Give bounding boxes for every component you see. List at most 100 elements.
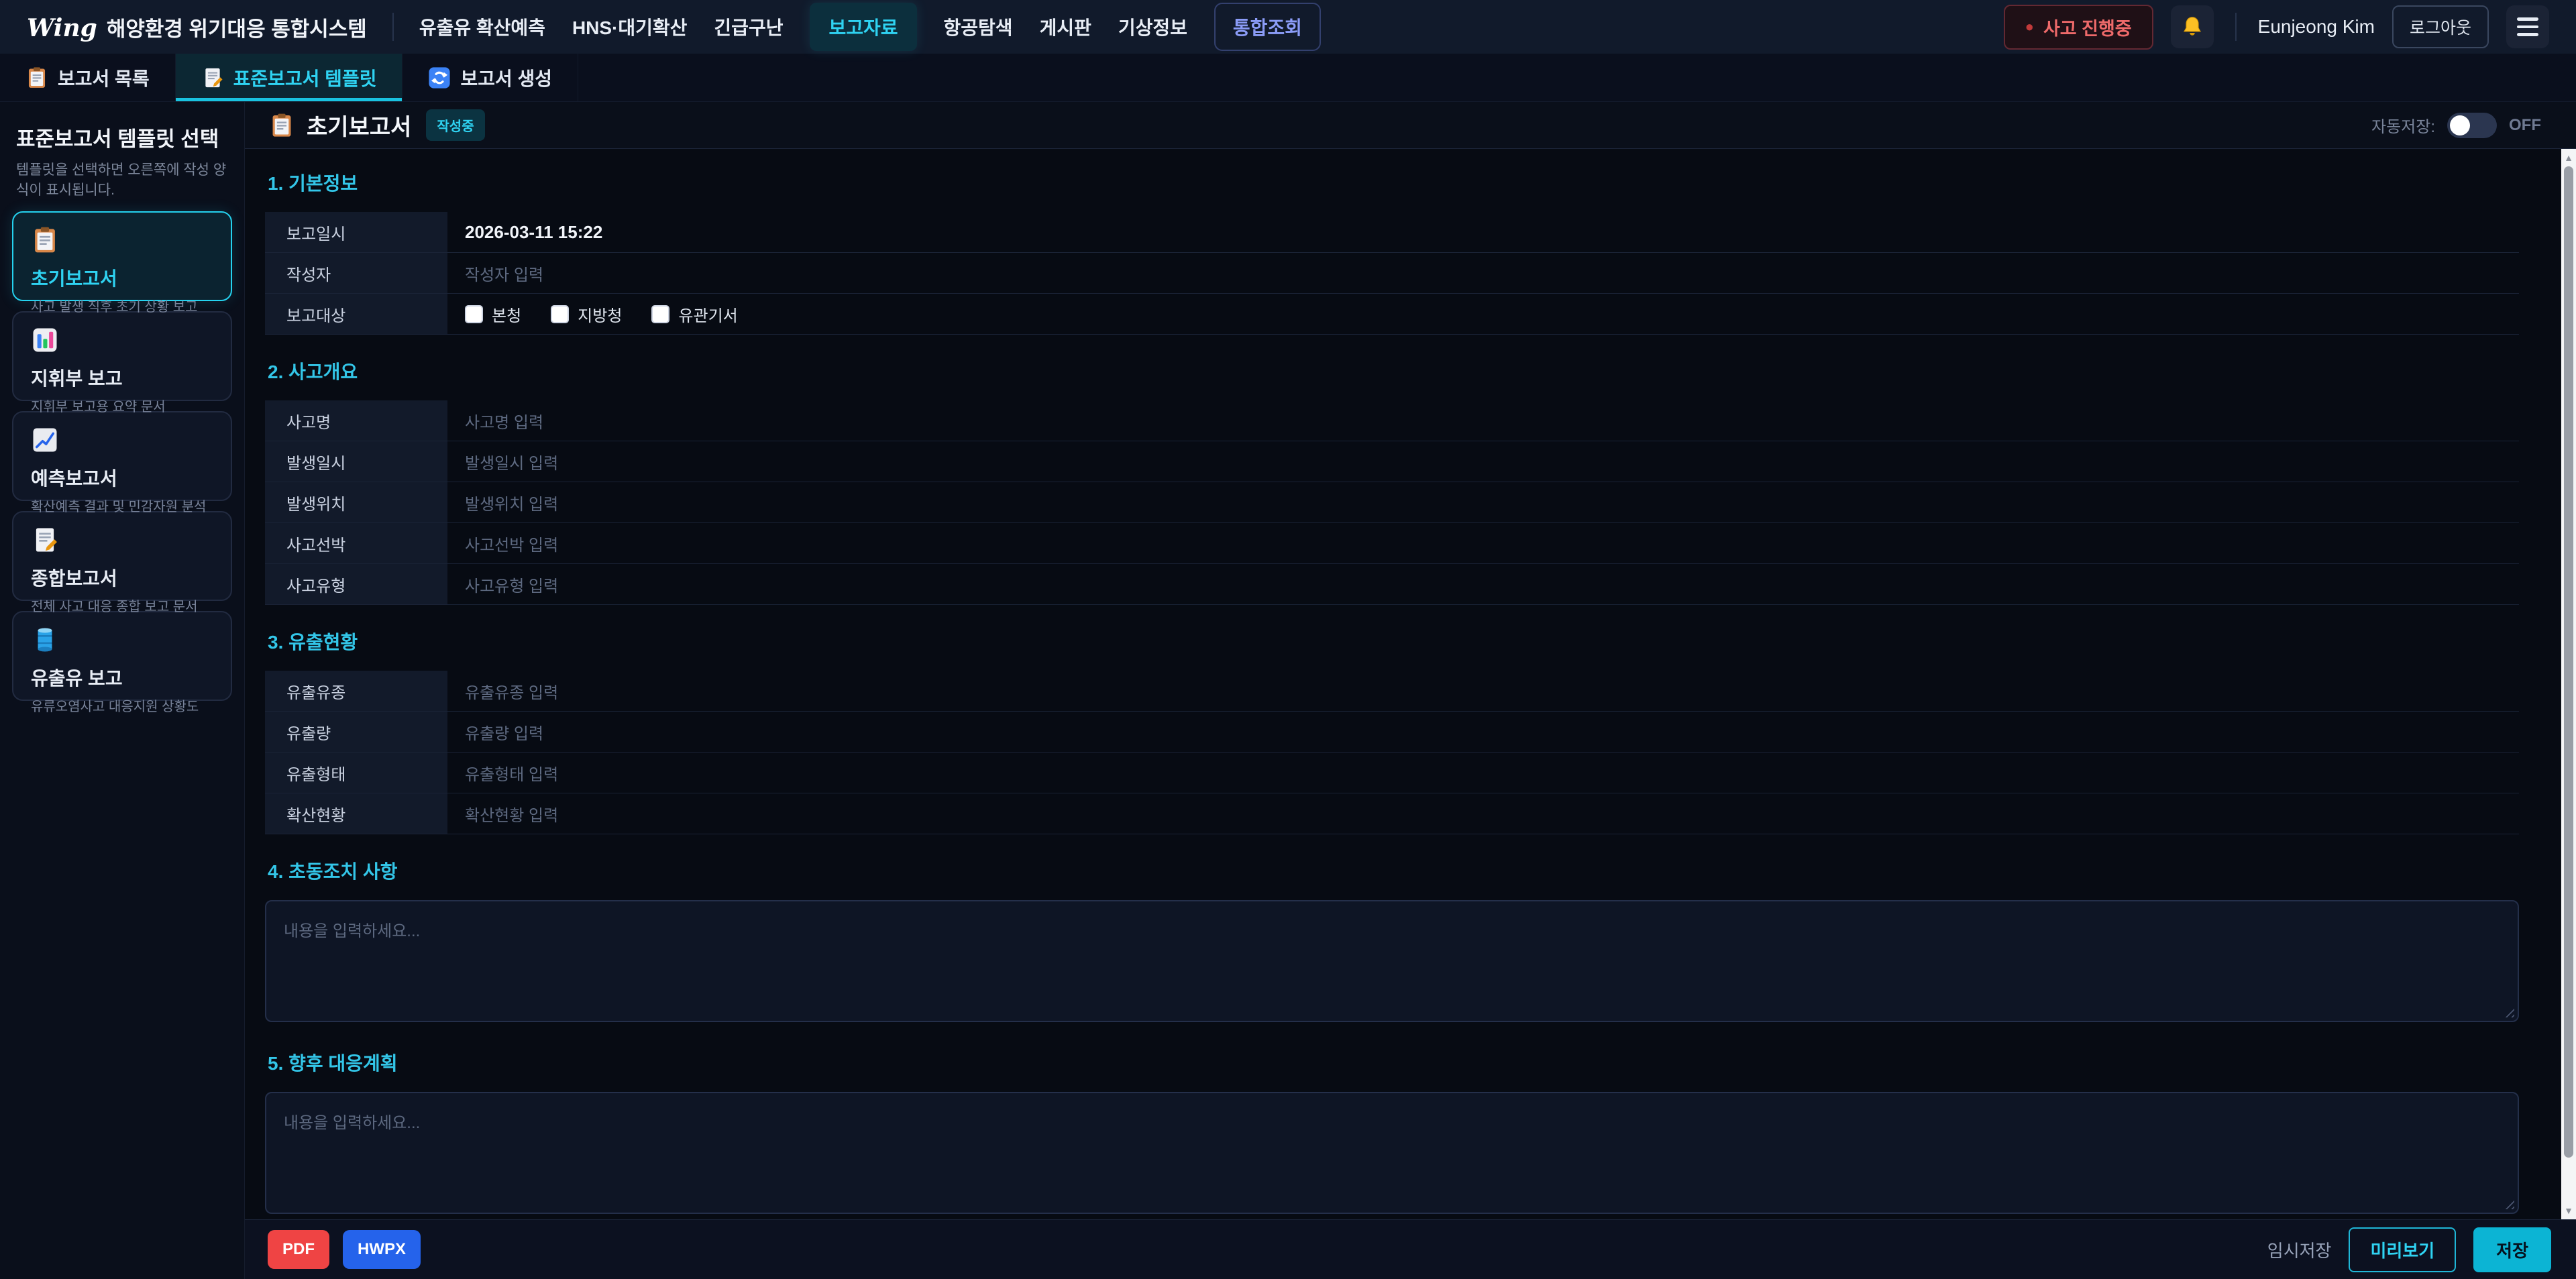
nav-item-emergency-rescue[interactable]: 긴급구난: [714, 13, 783, 40]
field-label: 보고대상: [265, 294, 447, 334]
nav-item-hns-air-diffusion[interactable]: HNS·대기확산: [572, 13, 687, 40]
refresh-icon: [428, 66, 451, 89]
template-desc: 사고 발생 직후 초기 상황 보고: [31, 296, 213, 315]
incident-vessel-field[interactable]: 사고선박 입력: [447, 523, 2519, 563]
top-navbar: Wing 해양환경 위기대응 통합시스템 유출유 확산예측 HNS·대기확산 긴…: [0, 0, 2576, 54]
report-footer: PDF HWPX 임시저장 미리보기 저장: [245, 1219, 2576, 1279]
report-datetime-field[interactable]: 2026-03-11 15:22: [447, 212, 2519, 252]
scroll-thumb[interactable]: [2564, 166, 2573, 1158]
scroll-down-arrow[interactable]: ▼: [2561, 1202, 2576, 1219]
initial-response-textarea[interactable]: [265, 900, 2519, 1022]
field-label: 작성자: [265, 253, 447, 293]
report-header: 초기보고서 작성중 자동저장: OFF: [245, 102, 2576, 149]
tab-standard-report-template[interactable]: 표준보고서 템플릿: [176, 54, 403, 101]
template-card-comprehensive-report[interactable]: 종합보고서 전체 사고 대응 종합 보고 문서: [12, 511, 232, 601]
incident-type-field[interactable]: 사고유형 입력: [447, 564, 2519, 604]
tab-report-list[interactable]: 보고서 목록: [0, 54, 176, 101]
save-button[interactable]: 저장: [2473, 1227, 2551, 1272]
checkbox-regional-office[interactable]: 지방청: [551, 302, 622, 326]
clipboard-icon: [25, 66, 48, 89]
export-hwpx-button[interactable]: HWPX: [343, 1230, 421, 1269]
table-row: 발생위치 발생위치 입력: [265, 482, 2519, 523]
autosave-state: OFF: [2509, 116, 2541, 135]
clipboard-icon: [269, 113, 294, 138]
template-card-oil-spill-report[interactable]: 유출유 보고 유류오염사고 대응지원 상황도: [12, 611, 232, 701]
clipboard-icon: [31, 226, 59, 254]
vertical-scrollbar[interactable]: ▲ ▼: [2561, 149, 2576, 1219]
field-label: 사고명: [265, 400, 447, 441]
field-label: 사고선박: [265, 523, 447, 563]
future-plan-textarea[interactable]: [265, 1092, 2519, 1214]
notification-button[interactable]: [2171, 5, 2214, 48]
oil-drum-icon: [31, 626, 59, 654]
spill-form-field[interactable]: 유출형태 입력: [447, 753, 2519, 793]
report-editor-panel: 초기보고서 작성중 자동저장: OFF 1. 기본정보 보고일시 2026-03…: [245, 102, 2576, 1279]
scroll-up-arrow[interactable]: ▲: [2561, 149, 2576, 166]
occurrence-location-field[interactable]: 발생위치 입력: [447, 482, 2519, 522]
section-heading-incident-overview: 2. 사고개요: [268, 357, 2519, 384]
table-row: 보고대상 본청 지방청 유관기서: [265, 294, 2519, 335]
app-title: 해양환경 위기대응 통합시스템: [107, 12, 367, 42]
spill-status-table: 유출유종 유출유종 입력 유출량 유출량 입력 유출형태 유출형태 입력 확산현…: [265, 671, 2519, 834]
initial-response-textarea-wrap: [265, 900, 2519, 1022]
nav-item-aerial-search[interactable]: 항공탐색: [944, 13, 1013, 40]
table-row: 사고명 사고명 입력: [265, 400, 2519, 441]
report-form: 1. 기본정보 보고일시 2026-03-11 15:22 작성자 작성자 입력…: [245, 149, 2576, 1219]
section-heading-spill-status: 3. 유출현황: [268, 628, 2519, 655]
checkbox-icon[interactable]: [551, 305, 569, 323]
spread-status-field[interactable]: 확산현황 입력: [447, 793, 2519, 834]
section-heading-future-plan: 5. 향후 대응계획: [268, 1049, 2519, 1076]
autosave-label: 자동저장:: [2371, 113, 2435, 137]
nav-item-reports[interactable]: 보고자료: [810, 3, 916, 51]
footer-actions: 임시저장 미리보기 저장: [2267, 1227, 2551, 1272]
field-label: 유출형태: [265, 753, 447, 793]
topbar-divider: [2235, 13, 2237, 41]
bell-icon: [2180, 15, 2204, 39]
checkbox-icon[interactable]: [465, 305, 483, 323]
tab-label: 보고서 생성: [460, 64, 552, 91]
table-row: 사고유형 사고유형 입력: [265, 564, 2519, 605]
template-desc: 유류오염사고 대응지원 상황도: [31, 696, 213, 715]
report-title: 초기보고서: [307, 109, 411, 142]
template-name: 지휘부 보고: [31, 364, 213, 391]
temp-save-button[interactable]: 임시저장: [2267, 1237, 2332, 1262]
checkbox-icon[interactable]: [651, 305, 669, 323]
report-target-field: 본청 지방청 유관기서: [447, 294, 2519, 334]
field-label: 보고일시: [265, 212, 447, 252]
export-pdf-button[interactable]: PDF: [268, 1230, 329, 1269]
basic-info-table: 보고일시 2026-03-11 15:22 작성자 작성자 입력 보고대상 본청: [265, 212, 2519, 335]
template-name: 예측보고서: [31, 464, 213, 491]
tab-report-generation[interactable]: 보고서 생성: [402, 54, 578, 101]
table-row: 유출유종 유출유종 입력: [265, 671, 2519, 712]
nav-item-weather-info[interactable]: 기상정보: [1118, 13, 1187, 40]
table-row: 유출형태 유출형태 입력: [265, 753, 2519, 793]
menu-button[interactable]: [2506, 5, 2549, 48]
occurrence-datetime-field[interactable]: 발생일시 입력: [447, 441, 2519, 482]
autosave-toggle[interactable]: [2447, 113, 2497, 138]
nav-item-board[interactable]: 게시판: [1040, 13, 1091, 40]
checkbox-related-agency[interactable]: 유관기서: [651, 302, 737, 326]
incident-badge-label: 사고 진행중: [2043, 14, 2132, 40]
template-card-initial-report[interactable]: 초기보고서 사고 발생 직후 초기 상황 보고: [12, 211, 232, 301]
nav-item-integrated-search[interactable]: 통합조회: [1214, 3, 1321, 51]
checkbox-headquarters[interactable]: 본청: [465, 302, 521, 326]
spilled-oil-type-field[interactable]: 유출유종 입력: [447, 671, 2519, 711]
author-field[interactable]: 작성자 입력: [447, 253, 2519, 293]
main-nav: 유출유 확산예측 HNS·대기확산 긴급구난 보고자료 항공탐색 게시판 기상정…: [419, 3, 1321, 51]
template-name: 종합보고서: [31, 564, 213, 591]
template-card-command-report[interactable]: 지휘부 보고 지휘부 보고용 요약 문서: [12, 311, 232, 401]
incident-name-field[interactable]: 사고명 입력: [447, 400, 2519, 441]
status-badge: 작성중: [426, 109, 484, 141]
incident-dot-icon: ●: [2025, 19, 2034, 34]
topbar-right: ● 사고 진행중 Eunjeong Kim 로그아웃: [2004, 5, 2549, 50]
hamburger-icon: [2517, 17, 2538, 36]
template-card-prediction-report[interactable]: 예측보고서 확산예측 결과 및 민감자원 분석: [12, 411, 232, 501]
nav-item-oil-spill-prediction[interactable]: 유출유 확산예측: [419, 13, 545, 40]
logout-button[interactable]: 로그아웃: [2392, 5, 2489, 48]
spill-amount-field[interactable]: 유출량 입력: [447, 712, 2519, 752]
sidebar-subtitle: 템플릿을 선택하면 오른쪽에 작성 양식이 표시됩니다.: [16, 160, 232, 201]
autosave-controls: 자동저장: OFF: [2371, 113, 2541, 138]
preview-button[interactable]: 미리보기: [2349, 1227, 2456, 1272]
template-name: 초기보고서: [31, 264, 213, 291]
field-label: 유출량: [265, 712, 447, 752]
